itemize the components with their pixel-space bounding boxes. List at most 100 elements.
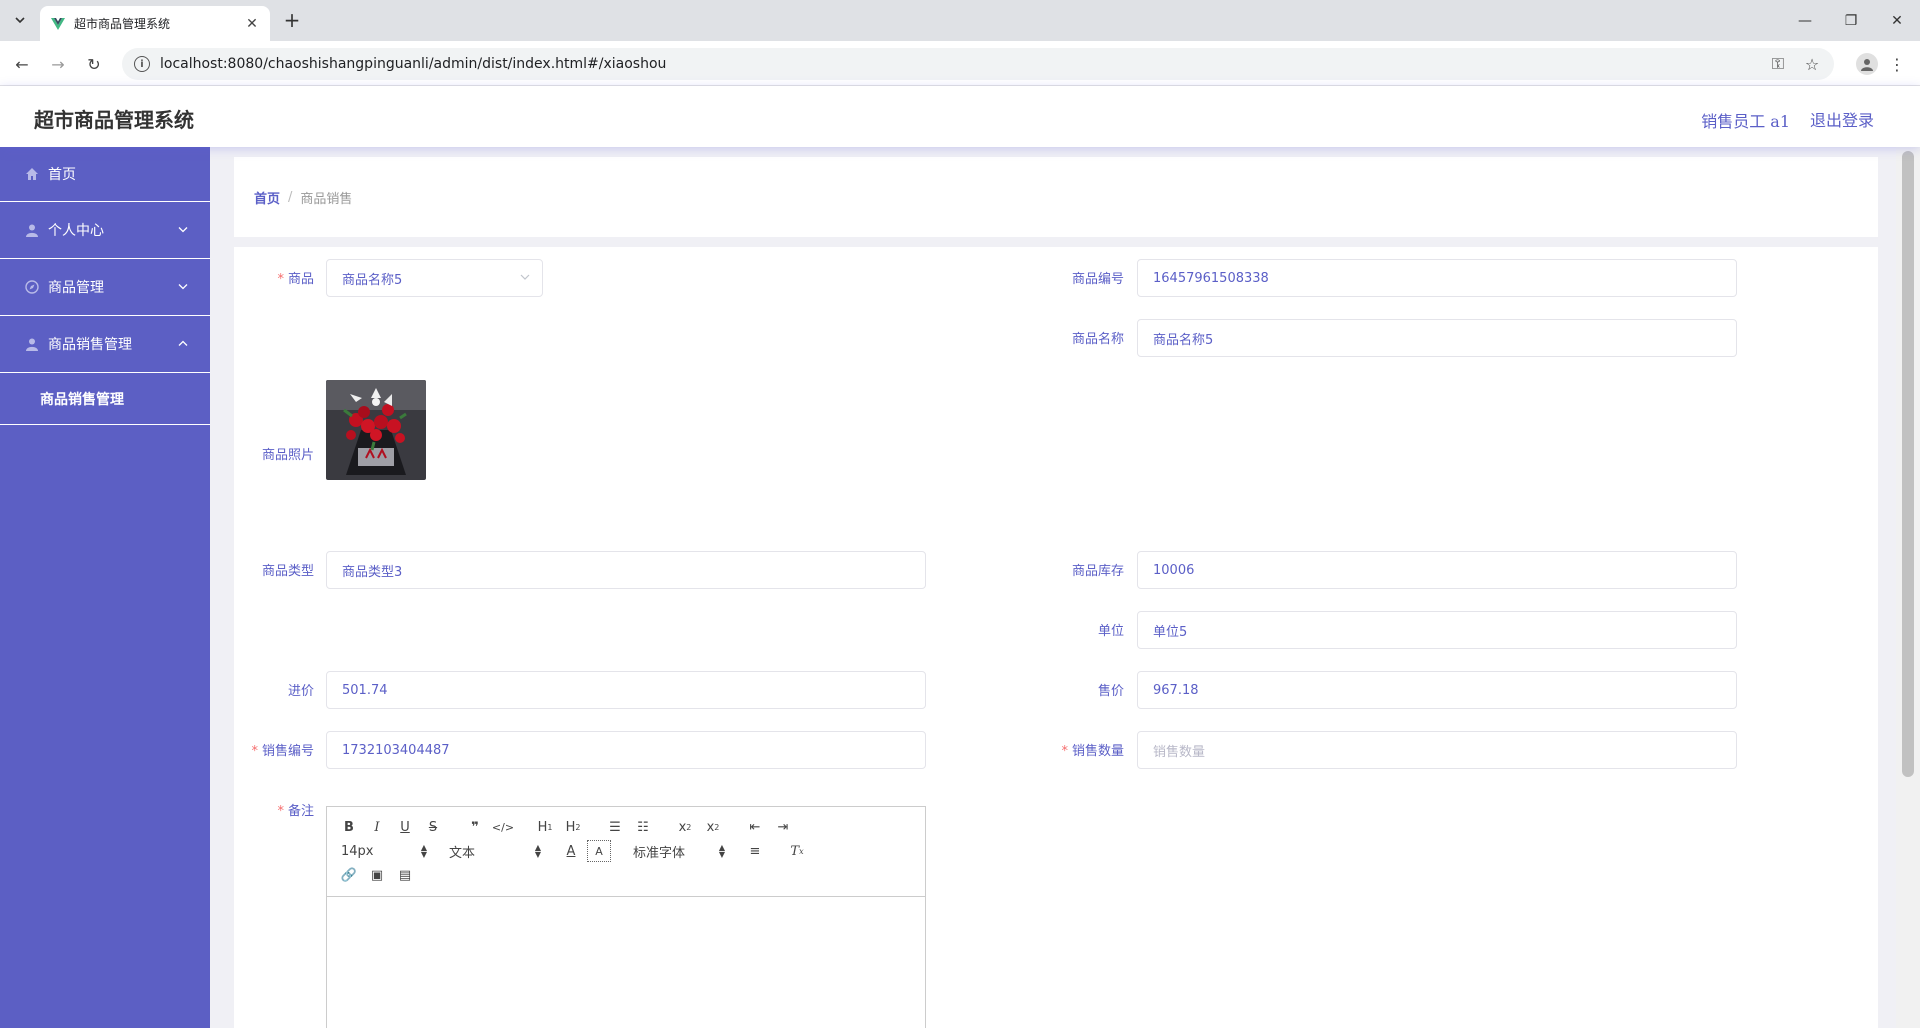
select-arrows-icon: ▲ ▼ xyxy=(718,843,725,859)
new-tab-button[interactable]: + xyxy=(280,8,304,32)
ordered-list-icon[interactable]: ☰ xyxy=(603,816,627,838)
product-name-input[interactable]: 商品名称5 xyxy=(1137,319,1737,357)
sidebar-item-label: 首页 xyxy=(48,167,76,183)
person-icon xyxy=(1861,59,1873,71)
scrollbar-thumb[interactable] xyxy=(1902,151,1914,777)
stock-label: 商品库存 xyxy=(1071,564,1124,579)
editor-content-area[interactable] xyxy=(327,897,925,1028)
video-icon[interactable]: ▤ xyxy=(393,864,417,886)
italic-icon[interactable]: I xyxy=(365,816,389,838)
link-icon[interactable]: 🔗 xyxy=(337,864,361,886)
text-style-select[interactable]: 文本 ▲ ▼ xyxy=(445,842,545,861)
font-family-select[interactable]: 标准字体 ▲ ▼ xyxy=(629,842,729,861)
product-label: * 商品 xyxy=(277,272,314,287)
user-icon xyxy=(24,222,40,238)
close-tab-icon[interactable]: ✕ xyxy=(244,16,260,32)
profile-avatar-icon[interactable] xyxy=(1856,53,1878,75)
select-arrows-icon: ▲ ▼ xyxy=(534,843,541,859)
sidebar-item-label: 个人中心 xyxy=(48,223,104,239)
chevron-down-icon xyxy=(178,282,188,293)
product-select[interactable]: 商品名称5 xyxy=(326,259,543,297)
cost-price-input[interactable]: 501.74 xyxy=(326,671,926,709)
product-type-input[interactable]: 商品类型3 xyxy=(326,551,926,589)
code-block-icon[interactable]: </> xyxy=(491,816,515,838)
reload-icon[interactable]: ↻ xyxy=(82,52,106,76)
breadcrumb-current: 商品销售 xyxy=(300,191,353,207)
address-bar[interactable]: i localhost:8080/chaoshishangpinguanli/a… xyxy=(122,48,1834,80)
sale-price-label: 售价 xyxy=(1097,684,1124,699)
font-size-select[interactable]: 14px ▲ ▼ xyxy=(337,844,431,859)
browser-tab-bar: 超市商品管理系统 ✕ + — ❐ ✕ xyxy=(0,0,1920,41)
sidebar-item-label: 商品销售管理 xyxy=(48,337,132,353)
site-info-icon[interactable]: i xyxy=(134,56,150,72)
superscript-icon[interactable]: x2 xyxy=(701,816,725,838)
unit-label: 单位 xyxy=(1097,624,1124,639)
star-icon[interactable]: ☆ xyxy=(1802,54,1822,74)
clear-format-icon[interactable]: Tx xyxy=(785,840,809,862)
align-icon[interactable]: ≡ xyxy=(743,840,767,862)
chevron-up-icon xyxy=(178,339,188,350)
heading2-icon[interactable]: H2 xyxy=(561,816,585,838)
breadcrumb-home[interactable]: 首页 xyxy=(254,188,280,207)
app-header: 超市商品管理系统 销售员工 a1 退出登录 xyxy=(0,86,1920,147)
browser-tab[interactable]: 超市商品管理系统 ✕ xyxy=(40,6,270,41)
image-icon[interactable]: ▣ xyxy=(365,864,389,886)
editor-toolbar: B I U S ❞ </> H1 H2 ☰ ☷ x2 x2 ⇤ ⇥ 14px ▲… xyxy=(327,807,925,897)
chevron-down-icon xyxy=(178,225,188,236)
logout-link[interactable]: 退出登录 xyxy=(1810,107,1874,131)
chevron-down-icon xyxy=(520,273,530,283)
subscript-icon[interactable]: x2 xyxy=(673,816,697,838)
product-photo-label: 商品照片 xyxy=(261,448,314,463)
breadcrumb: 首页 / 商品销售 xyxy=(234,157,1878,237)
sidebar-item-product-management[interactable]: 商品管理 xyxy=(0,259,210,316)
unit-input[interactable]: 单位5 xyxy=(1137,611,1737,649)
underline-icon[interactable]: U xyxy=(393,816,417,838)
select-arrows-icon: ▲ ▼ xyxy=(420,843,427,859)
blockquote-icon[interactable]: ❞ xyxy=(463,816,487,838)
key-icon[interactable]: ⚿ xyxy=(1768,54,1788,74)
bold-icon[interactable]: B xyxy=(337,816,361,838)
font-family-value: 标准字体 xyxy=(633,845,686,861)
sidebar-item-home[interactable]: 首页 xyxy=(0,147,210,202)
url-text: localhost:8080/chaoshishangpinguanli/adm… xyxy=(160,56,667,72)
sidebar: 首页 个人中心 商品管理 商品销售管理 商品销售管理 xyxy=(0,147,210,1028)
flower-bouquet-image xyxy=(326,380,426,480)
page-scrollbar[interactable] xyxy=(1896,147,1920,1028)
minimize-icon[interactable]: — xyxy=(1782,0,1828,41)
bullet-list-icon[interactable]: ☷ xyxy=(631,816,655,838)
product-photo xyxy=(326,380,426,480)
tab-search-button[interactable] xyxy=(8,8,32,32)
sale-number-input[interactable]: 1732103404487 xyxy=(326,731,926,769)
back-arrow-icon[interactable]: ← xyxy=(10,52,34,76)
sale-quantity-input[interactable]: 销售数量 xyxy=(1137,731,1737,769)
text-style-value: 文本 xyxy=(449,845,476,861)
sidebar-subitem-sales-management[interactable]: 商品销售管理 xyxy=(0,373,210,425)
strikethrough-icon[interactable]: S xyxy=(421,816,445,838)
outdent-icon[interactable]: ⇤ xyxy=(743,816,767,838)
restore-icon[interactable]: ❐ xyxy=(1828,0,1874,41)
font-color-icon[interactable]: A xyxy=(559,840,583,862)
background-color-icon[interactable]: A xyxy=(587,840,611,862)
sale-quantity-label: * 销售数量 xyxy=(1061,744,1124,759)
sidebar-item-sales-management[interactable]: 商品销售管理 xyxy=(0,316,210,373)
sale-price-input[interactable]: 967.18 xyxy=(1137,671,1737,709)
breadcrumb-separator: / xyxy=(288,189,293,205)
sidebar-item-label: 商品管理 xyxy=(48,280,104,296)
browser-toolbar: ← → ↻ i localhost:8080/chaoshishangpingu… xyxy=(0,41,1920,86)
product-name-label: 商品名称 xyxy=(1071,332,1124,347)
tab-title: 超市商品管理系统 xyxy=(74,17,171,31)
more-menu-icon[interactable]: ⋮ xyxy=(1886,53,1908,75)
remark-editor: B I U S ❞ </> H1 H2 ☰ ☷ x2 x2 ⇤ ⇥ 14px ▲… xyxy=(326,806,926,1028)
product-select-value: 商品名称5 xyxy=(342,272,403,288)
product-code-label: 商品编号 xyxy=(1071,272,1124,287)
window-controls: — ❐ ✕ xyxy=(1782,0,1920,41)
product-code-input[interactable]: 16457961508338 xyxy=(1137,259,1737,297)
cost-price-label: 进价 xyxy=(287,684,314,699)
stock-input[interactable]: 10006 xyxy=(1137,551,1737,589)
close-window-icon[interactable]: ✕ xyxy=(1874,0,1920,41)
sidebar-item-profile[interactable]: 个人中心 xyxy=(0,202,210,259)
forward-arrow-icon[interactable]: → xyxy=(46,52,70,76)
heading1-icon[interactable]: H1 xyxy=(533,816,557,838)
indent-icon[interactable]: ⇥ xyxy=(771,816,795,838)
sale-number-label: * 销售编号 xyxy=(251,744,314,759)
